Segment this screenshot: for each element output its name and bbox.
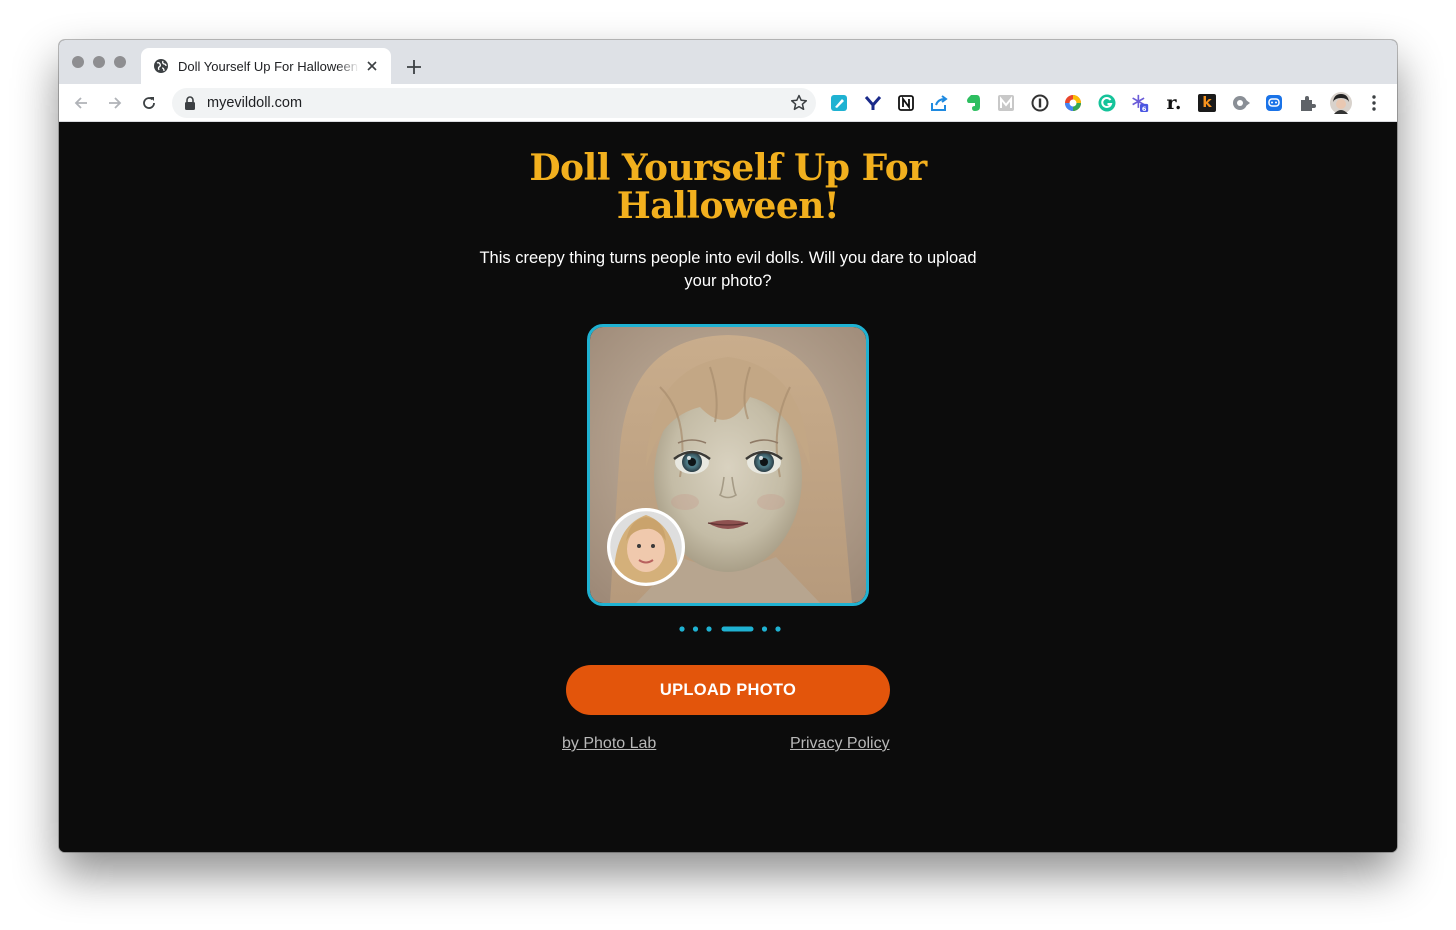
- doll-preview-image: [587, 324, 869, 606]
- y-icon[interactable]: [864, 94, 882, 112]
- carousel-dot[interactable]: [692, 626, 699, 632]
- minimize-window-button[interactable]: [93, 56, 105, 68]
- profile-avatar[interactable]: [1330, 92, 1352, 114]
- close-window-button[interactable]: [72, 56, 84, 68]
- close-tab-icon[interactable]: [363, 57, 381, 75]
- bookmark-star-icon[interactable]: [790, 94, 808, 112]
- upload-photo-button[interactable]: UPLOAD PHOTO: [566, 665, 890, 715]
- zoom-window-button[interactable]: [114, 56, 126, 68]
- notion-icon[interactable]: [897, 94, 915, 112]
- carousel-dot[interactable]: [775, 626, 781, 632]
- forward-button[interactable]: [105, 93, 125, 113]
- carousel-dot-active[interactable]: [721, 626, 754, 632]
- globe-icon: [154, 59, 168, 73]
- share-icon[interactable]: [930, 94, 948, 112]
- carousel-dot[interactable]: [761, 626, 768, 632]
- browser-toolbar: myevildoll.com 6 r. k: [59, 84, 1397, 122]
- photo-lab-link[interactable]: by Photo Lab: [562, 735, 656, 753]
- chat-icon[interactable]: [1265, 94, 1283, 112]
- page-content: Doll Yourself Up For Halloween! This cre…: [59, 123, 1397, 852]
- extension-badge: 6: [1142, 105, 1147, 113]
- address-bar[interactable]: myevildoll.com: [172, 88, 816, 118]
- kebab-menu-icon[interactable]: [1371, 94, 1377, 112]
- tab-strip: Doll Yourself Up For Halloween: [59, 40, 1397, 84]
- carousel-dot[interactable]: [679, 626, 685, 632]
- tab-title: Doll Yourself Up For Halloween: [178, 58, 358, 74]
- snowflake-icon[interactable]: 6: [1131, 94, 1149, 113]
- active-tab[interactable]: Doll Yourself Up For Halloween: [141, 48, 391, 84]
- back-button[interactable]: [71, 93, 91, 113]
- pen-icon[interactable]: [830, 94, 848, 112]
- carousel-dot[interactable]: [706, 626, 712, 632]
- arrow-left-icon: [74, 97, 87, 109]
- readwise-icon[interactable]: r.: [1165, 92, 1183, 114]
- new-tab-button[interactable]: [403, 56, 425, 78]
- browser-window: Doll Yourself Up For Halloween myevildol…: [59, 40, 1397, 852]
- reload-icon: [143, 97, 155, 109]
- privacy-policy-link[interactable]: Privacy Policy: [790, 735, 890, 753]
- page-title: Doll Yourself Up For Halloween!: [529, 147, 927, 227]
- lock-icon: [185, 96, 195, 110]
- reload-button[interactable]: [139, 93, 159, 113]
- 1password-icon[interactable]: [1031, 94, 1049, 112]
- plus-icon: [407, 60, 421, 74]
- grammarly-icon[interactable]: [1098, 94, 1116, 112]
- page-subtitle: This creepy thing turns people into evil…: [479, 249, 977, 290]
- k-icon[interactable]: k: [1198, 94, 1216, 112]
- color-wheel-icon[interactable]: [1064, 94, 1082, 112]
- evernote-icon[interactable]: [964, 94, 982, 112]
- carousel-indicator[interactable]: [679, 626, 789, 632]
- m-icon[interactable]: [997, 94, 1015, 112]
- arrow-right-icon: [109, 97, 122, 109]
- record-icon[interactable]: [1232, 94, 1250, 112]
- url-text: myevildoll.com: [207, 95, 303, 111]
- puzzle-icon[interactable]: [1298, 94, 1316, 112]
